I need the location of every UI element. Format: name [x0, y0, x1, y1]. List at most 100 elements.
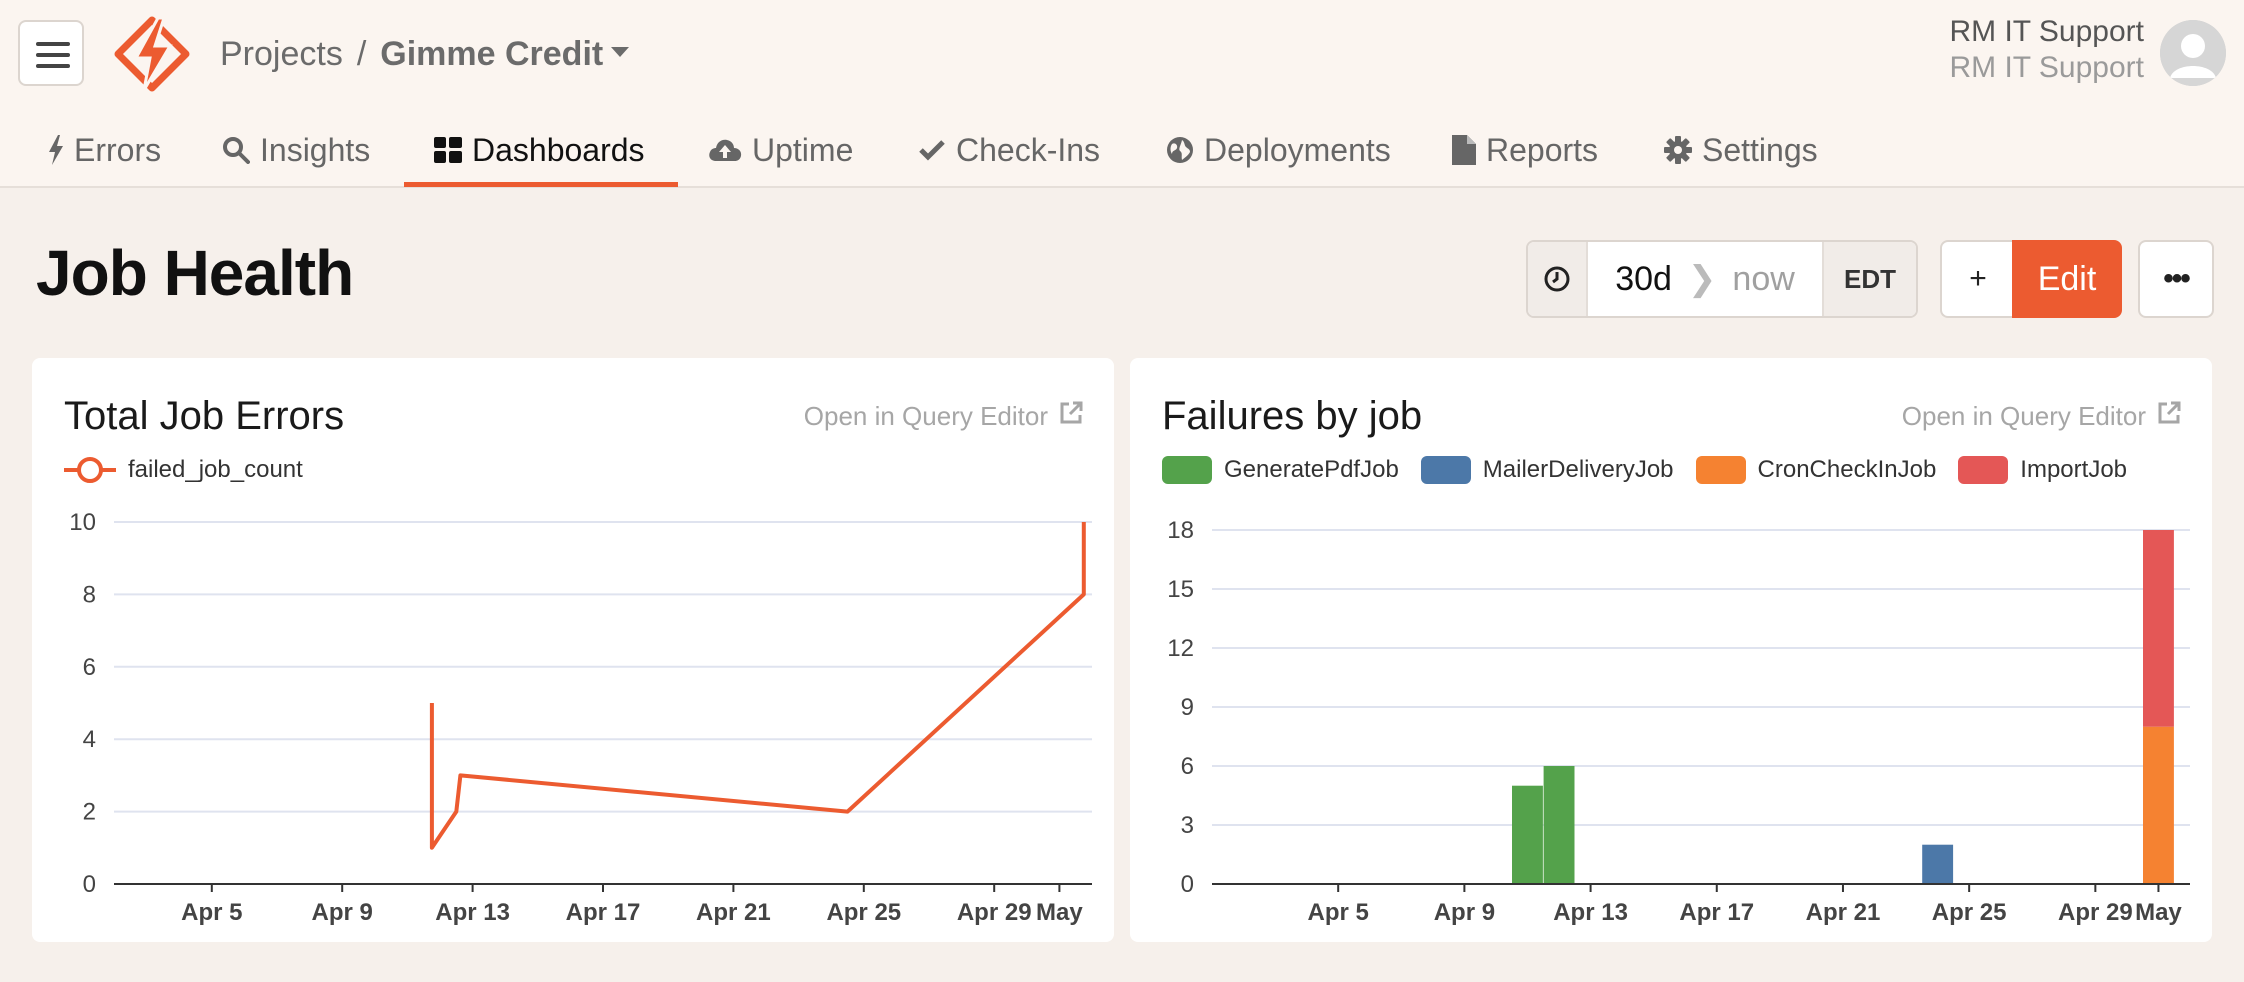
tab-errors[interactable]: Errors: [48, 112, 161, 188]
y-tick-label: 6: [1181, 753, 1194, 780]
chart-legend: GeneratePdfJob MailerDeliveryJob CronChe…: [1162, 456, 2149, 484]
link-label: Open in Query Editor: [1901, 401, 2146, 431]
x-tick-label: Apr 21: [696, 899, 771, 926]
tab-label: Settings: [1702, 131, 1818, 168]
bar-importjob: [2143, 530, 2174, 727]
legend-line-marker-icon: [64, 457, 116, 483]
x-tick-label: Apr 17: [566, 899, 641, 926]
more-options-button[interactable]: •••: [2138, 240, 2214, 318]
card-title: Total Job Errors: [64, 394, 345, 438]
chart-legend: failed_job_count: [64, 456, 325, 484]
bar-chart: 0 3 6 9 12 15 18 Apr 5 Apr 9 Apr 13 Apr 17 Apr 21 Ap…: [1167, 517, 2190, 926]
tab-label: Check-Ins: [956, 131, 1101, 168]
menu-button[interactable]: [18, 20, 84, 86]
tab-label: Deployments: [1204, 131, 1391, 168]
total-job-errors-card: Total Job Errors Open in Query Editor fa…: [32, 358, 1114, 942]
dashboard-grid-icon: [434, 137, 462, 163]
add-widget-button[interactable]: +: [1940, 240, 2014, 318]
external-link-icon: [1058, 400, 1084, 433]
tab-reports[interactable]: Reports: [1452, 112, 1598, 188]
bar-generatepdfjob: [1512, 785, 1543, 884]
top-bar: Projects / Gimme Credit RM IT Support RM I…: [0, 0, 2244, 188]
user-org: RM IT Support: [1949, 51, 2144, 84]
time-to: now: [1732, 259, 1795, 298]
x-tick-label: Apr 5: [181, 899, 242, 926]
user-menu[interactable]: RM IT Support RM IT Support: [1949, 14, 2144, 86]
legend-label: MailerDeliveryJob: [1482, 456, 1674, 483]
active-tab-indicator: [404, 182, 678, 187]
time-range[interactable]: 30d ❯ now: [1588, 242, 1822, 316]
x-tick-label: Apr 21: [1806, 899, 1881, 926]
open-query-editor-link[interactable]: Open in Query Editor: [804, 400, 1084, 433]
y-tick-label: 6: [83, 654, 96, 681]
series-line-failed-job-count: [429, 522, 1086, 850]
avatar[interactable]: [2160, 20, 2226, 86]
breadcrumb: Projects / Gimme Credit: [220, 30, 630, 78]
project-switcher[interactable]: Gimme Credit: [380, 35, 630, 73]
x-tick-label: May: [1036, 899, 1083, 926]
open-query-editor-link[interactable]: Open in Query Editor: [1902, 400, 2182, 433]
time-range-picker[interactable]: 30d ❯ now EDT: [1526, 240, 1918, 318]
legend-item-mailerdeliveryjob[interactable]: MailerDeliveryJob: [1420, 456, 1674, 484]
failures-by-job-card: Failures by job Open in Query Editor Gen…: [1130, 358, 2212, 942]
x-tick-label: Apr 29: [2058, 899, 2133, 926]
legend-item-generatepdfjob[interactable]: GeneratePdfJob: [1162, 456, 1399, 484]
search-icon: [222, 136, 250, 164]
legend-swatch: [1420, 456, 1471, 484]
y-tick-label: 10: [69, 509, 96, 536]
tab-insights[interactable]: Insights: [222, 112, 370, 188]
legend-item-croncheckinjob[interactable]: CronCheckInJob: [1695, 456, 1937, 484]
gear-icon: [1664, 136, 1692, 164]
legend-label: CronCheckInJob: [1757, 456, 1937, 483]
timezone-button[interactable]: EDT: [1822, 242, 1916, 316]
y-tick-label: 3: [1181, 812, 1194, 839]
x-tick-label: Apr 25: [826, 899, 901, 926]
y-tick-label: 8: [83, 581, 96, 608]
globe-icon: [1166, 136, 1194, 164]
x-tick-label: Apr 13: [435, 899, 510, 926]
cloud-upload-icon: [708, 137, 742, 163]
tab-settings[interactable]: Settings: [1664, 112, 1818, 188]
tab-deployments[interactable]: Deployments: [1166, 112, 1391, 188]
tab-label: Insights: [260, 131, 371, 168]
y-tick-label: 12: [1167, 635, 1194, 662]
breadcrumb-separator: /: [356, 35, 367, 73]
app-logo-icon[interactable]: [114, 16, 190, 92]
y-tick-label: 18: [1167, 517, 1194, 544]
y-tick-label: 15: [1167, 576, 1194, 603]
tab-label: Dashboards: [472, 131, 645, 168]
user-avatar-icon: [2160, 20, 2226, 86]
x-tick-label: Apr 25: [1932, 899, 2007, 926]
tab-uptime[interactable]: Uptime: [708, 112, 853, 188]
link-label: Open in Query Editor: [803, 401, 1048, 431]
legend-label: ImportJob: [2020, 456, 2128, 483]
y-tick-label: 9: [1181, 694, 1194, 721]
user-name: RM IT Support: [1949, 15, 2144, 48]
line-chart: 0 2 4 6 8 10 Apr 5 Apr 9 Apr 13 Apr 17 Apr 21 Apr 2…: [69, 509, 1092, 926]
legend-item[interactable]: failed_job_count: [64, 456, 303, 484]
tab-label: Errors: [74, 131, 162, 168]
breadcrumb-projects[interactable]: Projects: [220, 35, 343, 73]
y-tick-label: 0: [83, 871, 96, 898]
clock-icon[interactable]: [1528, 242, 1588, 316]
legend-swatch: [1162, 456, 1212, 484]
legend-label: GeneratePdfJob: [1224, 456, 1399, 483]
bar-croncheckinjob: [2143, 726, 2174, 884]
y-tick-label: 2: [83, 799, 96, 826]
x-tick-label: Apr 17: [1679, 899, 1754, 926]
project-tabs: Errors Insights Dashboards Uptime Check-…: [0, 112, 2244, 188]
tab-check-ins[interactable]: Check-Ins: [918, 112, 1100, 188]
tab-dashboards[interactable]: Dashboards: [434, 112, 645, 188]
legend-item-importjob[interactable]: ImportJob: [1958, 456, 2127, 484]
tab-label: Uptime: [752, 131, 854, 168]
page-title: Job Health: [36, 237, 354, 309]
y-tick-label: 4: [83, 726, 96, 753]
legend-swatch: [1695, 456, 1746, 484]
file-icon: [1452, 135, 1476, 165]
edit-button[interactable]: Edit: [2012, 240, 2122, 318]
project-name: Gimme Credit: [380, 35, 604, 73]
x-tick-label: May: [2135, 899, 2182, 926]
x-tick-label: Apr 5: [1308, 899, 1369, 926]
x-tick-label: Apr 13: [1553, 899, 1628, 926]
caret-down-icon: [611, 47, 630, 58]
